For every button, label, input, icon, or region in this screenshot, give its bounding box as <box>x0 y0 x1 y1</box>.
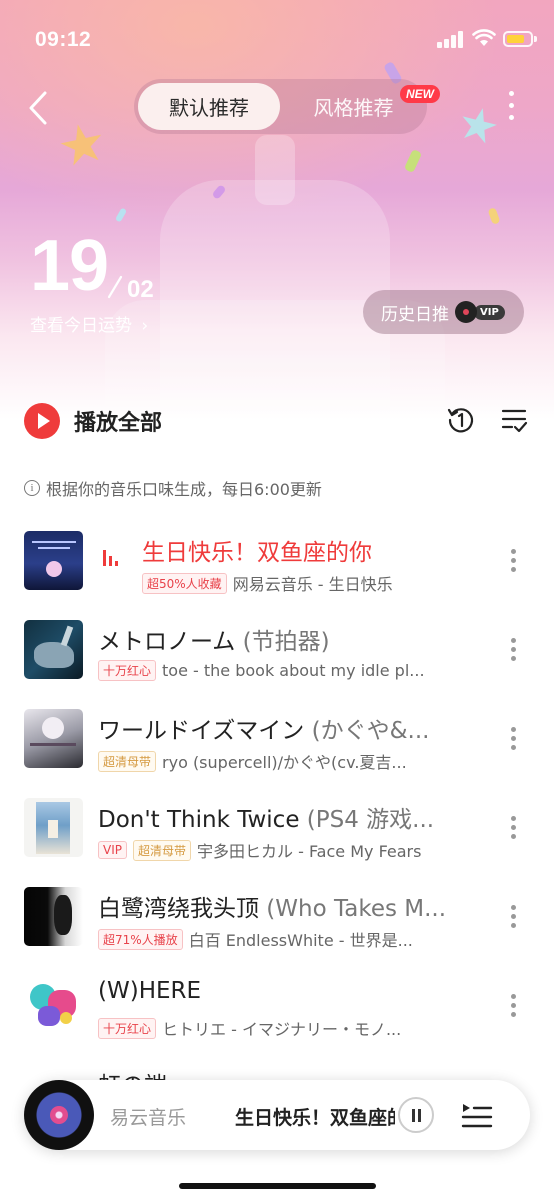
song-meta: 超清母带 ryo (supercell)/かぐや(cv.夏吉... <box>98 749 438 773</box>
song-title-text: 生日快乐！双鱼座的你 <box>142 540 372 566</box>
fortune-link[interactable]: 查看今日运势 › <box>30 311 148 336</box>
song-title-text: 白鹭湾绕我头顶 <box>98 896 259 922</box>
more-icon[interactable] <box>509 901 519 931</box>
song-title-alias: (PS4 游戏... <box>299 807 435 833</box>
song-row-6[interactable]: (W)HERE 十万红心 ヒトリエ - イマジナリー・モノ... <box>0 976 554 1066</box>
more-icon[interactable] <box>509 545 519 575</box>
album-cover <box>24 531 83 590</box>
song-title-text: (W)HERE <box>98 978 202 1004</box>
mini-player-prev-text: 易云音乐 <box>110 1107 187 1129</box>
song-title: ワールドイズマイン (かぐや&... <box>98 711 468 745</box>
update-info-text: 根据你的音乐口味生成，每日6:00更新 <box>46 480 322 499</box>
vip-tag: VIP <box>98 841 127 859</box>
mini-player-title: 生日快乐！双鱼座的你 <box>235 1107 395 1129</box>
song-row-4[interactable]: Don't Think Twice (PS4 游戏... VIP 超清母带 宇多… <box>0 798 554 888</box>
new-badge: NEW <box>400 85 440 103</box>
song-title-alias: (Who Takes M... <box>259 896 447 922</box>
pause-icon[interactable] <box>398 1097 434 1133</box>
vinyl-icon <box>455 301 477 323</box>
song-title: 白鹭湾绕我头顶 (Who Takes M... <box>98 889 468 923</box>
song-row-3[interactable]: ワールドイズマイン (かぐや&... 超清母带 ryo (supercell)/… <box>0 709 554 799</box>
tab-default-recommend[interactable]: 默认推荐 <box>138 83 280 130</box>
history-recommend-button[interactable]: 历史日推 VIP <box>363 290 524 334</box>
song-tag: 超清母带 <box>98 750 157 772</box>
song-meta: 超50%人收藏 网易云音乐 - 生日快乐 <box>142 571 442 595</box>
album-cover <box>24 620 83 679</box>
date-month: 02 <box>127 276 154 303</box>
now-playing-icon <box>102 546 122 566</box>
song-title: Don't Think Twice (PS4 游戏... <box>98 800 468 834</box>
song-title-alias: (かぐや&... <box>304 718 430 744</box>
status-time: 09:12 <box>35 28 92 51</box>
song-title-text: ワールドイズマイン <box>98 718 305 744</box>
song-tag: 超清母带 <box>132 839 191 861</box>
date-day: 19 <box>30 226 109 306</box>
back-icon[interactable] <box>25 88 55 128</box>
song-title-alias: (节拍器) <box>235 629 330 655</box>
wifi-icon <box>472 29 496 46</box>
song-title-text: メトロノーム <box>98 629 236 655</box>
mini-player-disc[interactable] <box>24 1080 94 1150</box>
chevron-right-icon: › <box>141 316 149 336</box>
song-tag: 十万红心 <box>98 660 157 681</box>
play-icon <box>24 403 60 439</box>
more-icon[interactable] <box>509 812 519 842</box>
song-row-2[interactable]: メトロノーム (节拍器) 十万红心 toe - the book about m… <box>0 620 554 710</box>
album-cover <box>24 798 83 857</box>
home-indicator <box>179 1183 376 1189</box>
album-cover <box>24 709 83 768</box>
more-icon[interactable] <box>509 990 519 1020</box>
play-all-label: 播放全部 <box>74 411 163 436</box>
playlist-icon[interactable] <box>461 1101 493 1131</box>
song-title-text: Don't Think Twice <box>98 807 300 833</box>
fortune-link-label: 查看今日运势 <box>30 316 132 336</box>
album-cover <box>24 976 83 1035</box>
song-artist: 白百 EndlessWhite - 世界是... <box>188 931 413 950</box>
song-tag: 十万红心 <box>98 1017 157 1039</box>
song-artist: toe - the book about my idle pl... <box>162 661 425 680</box>
info-icon: i <box>24 480 40 496</box>
history-label: 历史日推 <box>381 304 449 325</box>
song-meta: 十万红心 toe - the book about my idle pl... <box>98 660 438 681</box>
song-title: メトロノーム (节拍器) <box>98 622 468 656</box>
song-tag: 超71%人播放 <box>98 928 183 950</box>
song-artist: ryo (supercell)/かぐや(cv.夏吉... <box>162 753 407 772</box>
more-icon[interactable] <box>509 723 519 753</box>
more-icon[interactable] <box>509 634 519 664</box>
song-artist: 网易云音乐 - 生日快乐 <box>232 575 393 594</box>
update-info: i 根据你的音乐口味生成，每日6:00更新 <box>24 476 322 500</box>
song-meta: 十万红心 ヒトリエ - イマジナリー・モノ... <box>98 1016 438 1040</box>
vip-badge: VIP <box>474 304 505 320</box>
song-meta: 超71%人播放 白百 EndlessWhite - 世界是... <box>98 927 438 951</box>
play-all-button[interactable]: 播放全部 <box>24 403 162 439</box>
song-row-1[interactable]: 生日快乐！双鱼座的你 超50%人收藏 网易云音乐 - 生日快乐 <box>0 531 554 621</box>
album-cover <box>24 887 83 946</box>
battery-icon <box>503 31 537 47</box>
song-artist: ヒトリエ - イマジナリー・モノ... <box>162 1020 402 1039</box>
song-meta: VIP 超清母带 宇多田ヒカル - Face My Fears <box>98 838 438 862</box>
more-icon[interactable] <box>505 88 519 124</box>
recommend-tabs: 默认推荐 风格推荐 <box>134 79 427 134</box>
cellular-signal-icon <box>437 30 465 48</box>
single-loop-icon[interactable] <box>446 405 476 435</box>
song-title: (W)HERE <box>98 978 468 1004</box>
song-artist: 宇多田ヒカル - Face My Fears <box>197 842 422 861</box>
status-bar: 09:12 <box>0 0 554 80</box>
multi-select-icon[interactable] <box>500 406 528 434</box>
song-title: 生日快乐！双鱼座的你 <box>142 533 512 567</box>
date-slash <box>107 275 123 299</box>
song-row-5[interactable]: 白鹭湾绕我头顶 (Who Takes M... 超71%人播放 白百 Endle… <box>0 887 554 977</box>
song-tag: 超50%人收藏 <box>142 572 227 594</box>
